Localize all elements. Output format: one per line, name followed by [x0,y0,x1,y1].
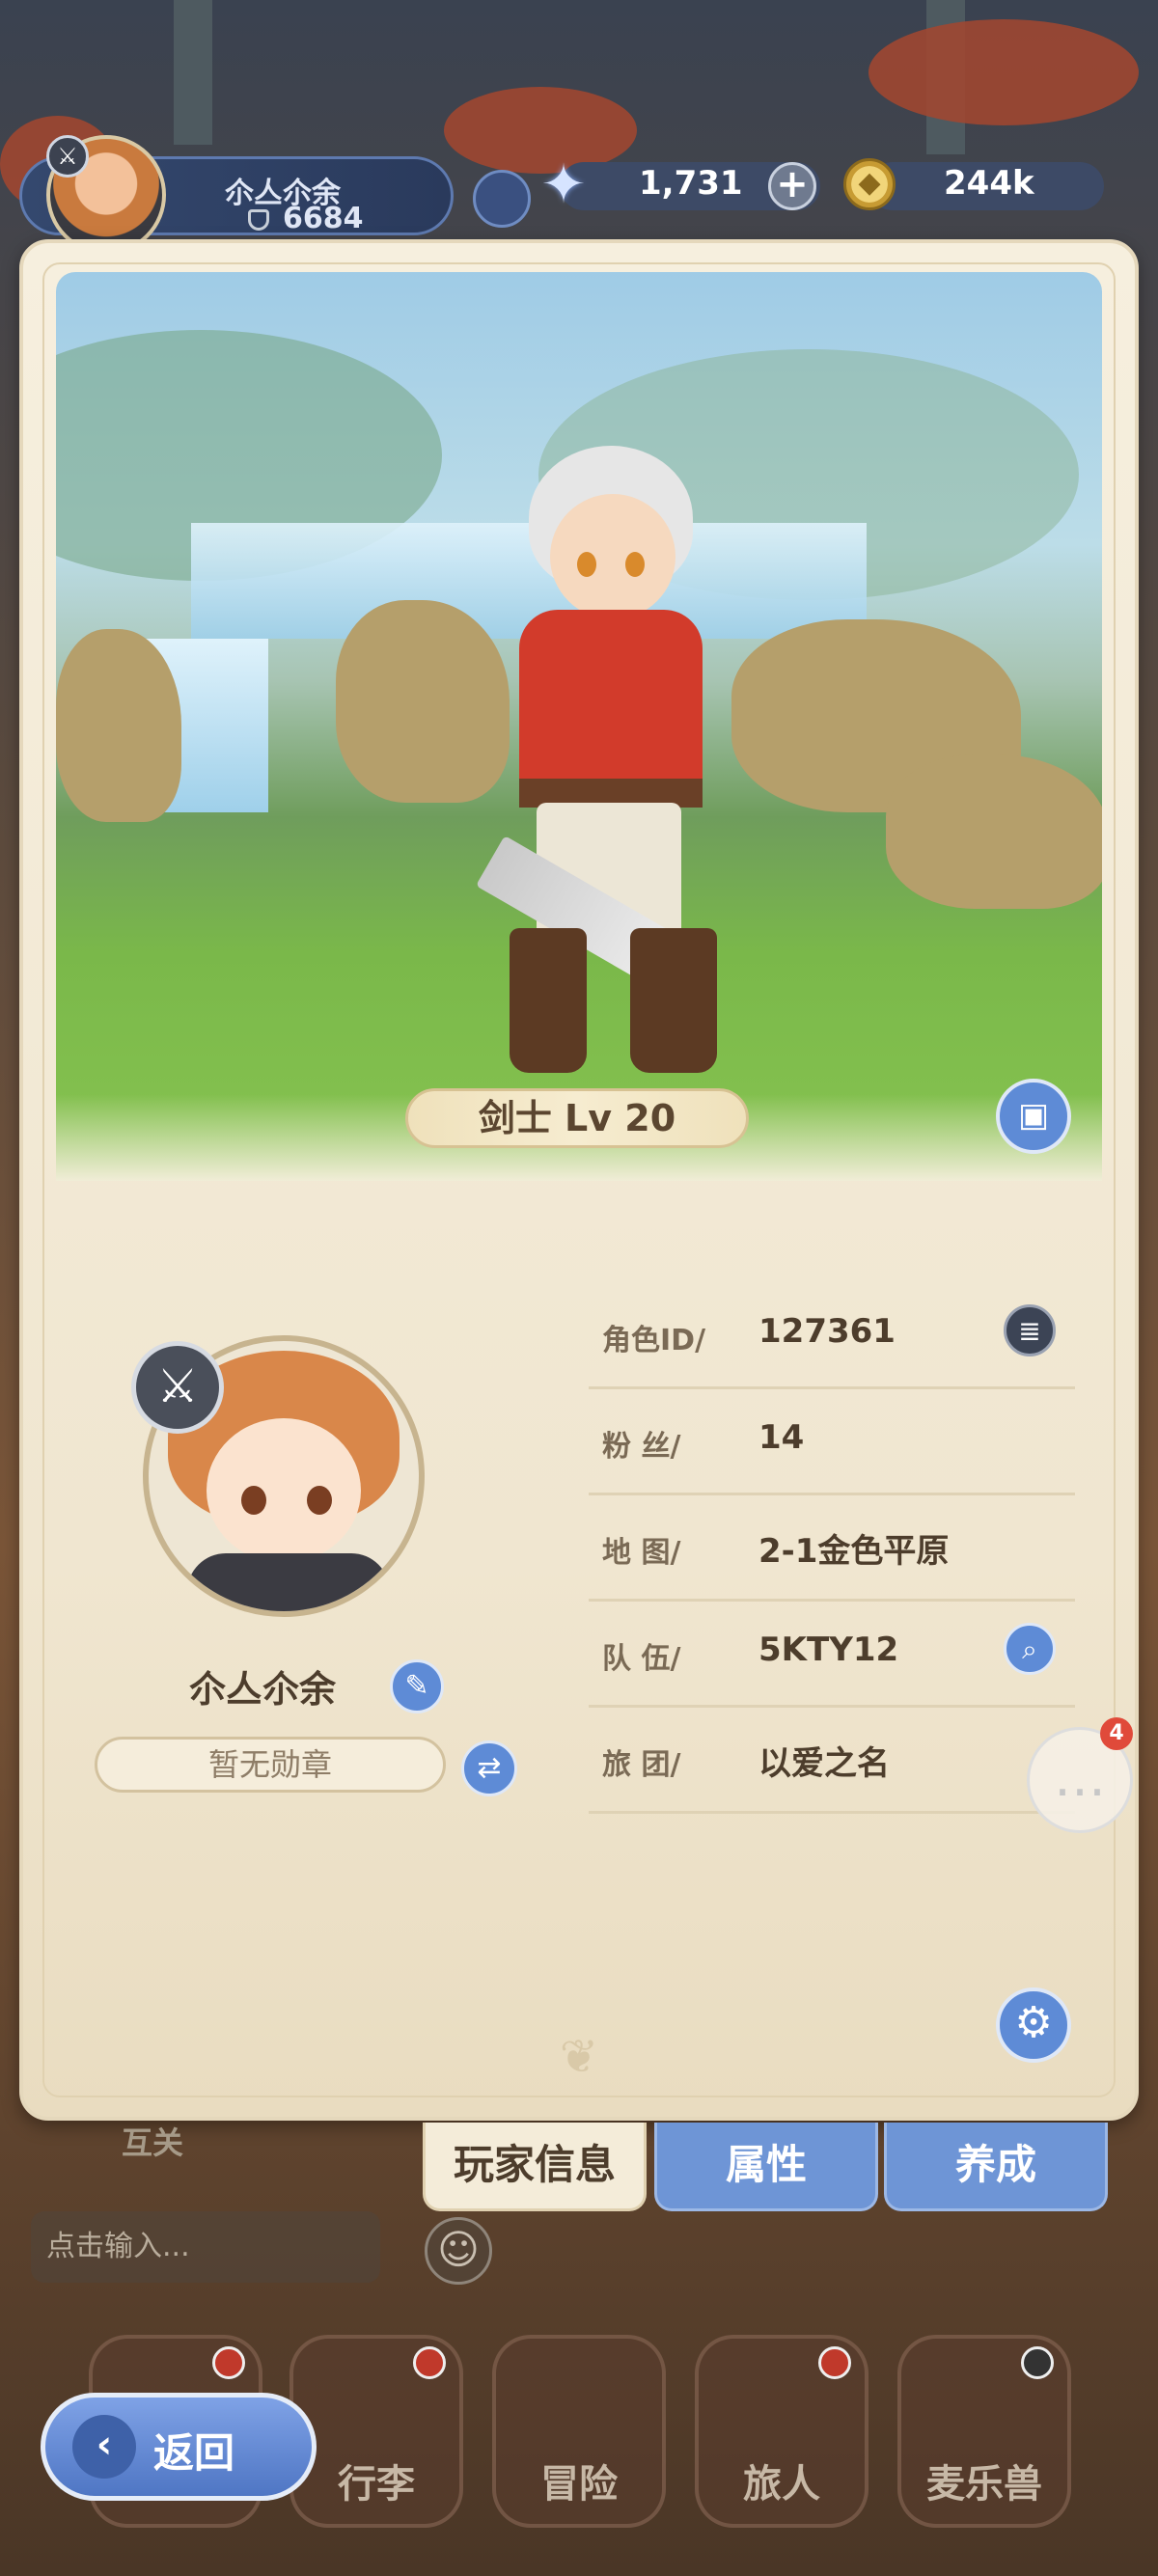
notification-dot [818,2346,851,2379]
nav-label: 旅人 [743,2462,820,2507]
tree-foliage [868,19,1139,125]
swordsman-class-icon: ⚔ [131,1341,224,1434]
nav-label: 行李 [338,2462,415,2507]
settings-button[interactable]: ⚙ [996,1987,1071,2063]
nav-adventure[interactable]: 冒险 [492,2335,666,2528]
chat-icon: … [1054,1747,1106,1808]
medal-display[interactable]: 暂无勋章 [95,1737,446,1793]
gear-icon: ⚙ [1014,1998,1053,2047]
change-background-button[interactable]: ▣ [996,1079,1071,1154]
nav-pet[interactable]: 麦乐兽 [897,2335,1071,2528]
player-name: 尒亼尒余 [189,1668,337,1711]
info-label: 队 伍/ [602,1642,681,1676]
nav-label: 麦乐兽 [926,2462,1042,2507]
photo-card-icon: ▣ [1017,1096,1050,1135]
back-button[interactable]: ‹ 返回 [41,2393,317,2501]
info-row-team: 队 伍/ 5KTY12 ⌕ [589,1602,1075,1708]
search-icon: ⌕ [1022,1633,1037,1665]
star-currency-value: 1,731 [639,164,743,203]
gold-coin-icon: ◆ [843,158,896,210]
nav-traveler[interactable]: 旅人 [695,2335,868,2528]
info-label: 地 图/ [602,1536,681,1570]
power-shield-icon [248,209,269,231]
chat-unread-badge: 4 [1100,1717,1133,1750]
character-showcase [56,272,1102,1181]
class-level-label: 剑士 Lv 20 [405,1088,749,1148]
edit-name-button[interactable]: ✎ [390,1659,444,1713]
emoji-button[interactable]: ☺ [425,2217,492,2285]
back-label: 返回 [153,2429,235,2477]
card-ornament-icon: ❦ [559,2030,599,2084]
star-crystal-icon: ✦ [540,153,587,216]
guild-value: 以爱之名 [758,1744,890,1783]
tab-player-info[interactable]: 玩家信息 [423,2123,647,2211]
info-row-fans: 粉 丝/ 14 [589,1389,1075,1495]
chat-input[interactable]: 点击输入... [31,2211,380,2283]
map-value: 2-1金色平原 [758,1532,950,1571]
copy-icon: ≣ [1018,1315,1041,1347]
nav-label: 冒险 [540,2462,618,2507]
pencil-icon: ✎ [404,1669,429,1703]
notification-dot [1021,2346,1054,2379]
player-info-card [19,239,1139,2121]
role-id-value: 127361 [758,1312,896,1351]
character-model[interactable] [461,446,770,1102]
guild-icon[interactable] [473,170,531,228]
swap-arrows-icon: ⇄ [477,1751,502,1785]
notification-dot [413,2346,446,2379]
class-badge-small-icon: ⚔ [46,135,89,178]
tab-attributes[interactable]: 属性 [654,2123,878,2211]
info-label: 粉 丝/ [602,1430,681,1464]
info-row-map: 地 图/ 2-1金色平原 [589,1495,1075,1602]
add-currency-button[interactable]: + [768,162,816,210]
swap-medal-button[interactable]: ⇄ [461,1740,517,1796]
info-label: 角色ID/ [602,1324,706,1357]
chat-partial-text: 互关 [122,2124,184,2161]
info-row-guild: 旅 团/ 以爱之名 [589,1708,1075,1814]
back-arrow-icon: ‹ [72,2415,136,2479]
rock [56,629,181,822]
gold-currency-value: 244k [944,164,1034,203]
tab-growth[interactable]: 养成 [884,2123,1108,2211]
smiley-icon: ☺ [437,2226,480,2273]
fans-value: 14 [758,1418,805,1457]
copy-id-button[interactable]: ≣ [1004,1304,1056,1357]
notification-dot [212,2346,245,2379]
info-row-role-id: 角色ID/ 127361 ≣ [589,1283,1075,1389]
top-player-power: 6684 [283,202,364,235]
info-label: 旅 团/ [602,1748,681,1782]
search-team-button[interactable]: ⌕ [1004,1623,1056,1675]
team-value: 5KTY12 [758,1631,899,1669]
tree-trunk [174,0,212,145]
nav-luggage[interactable]: 行李 [290,2335,463,2528]
rock [886,754,1102,909]
